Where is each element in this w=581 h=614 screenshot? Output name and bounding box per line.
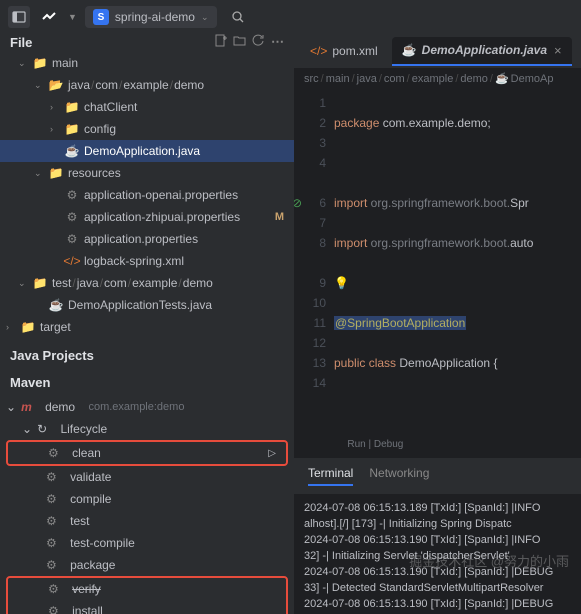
tree-file-logback[interactable]: </>logback-spring.xml bbox=[0, 250, 294, 272]
terminal-panel: Terminal Networking 2024-07-08 06:15:13.… bbox=[294, 457, 581, 614]
gear-icon: ⚙ bbox=[48, 582, 59, 596]
terminal-output[interactable]: 2024-07-08 06:15:13.189 [TxId:] [SpanId:… bbox=[294, 494, 581, 614]
xml-file-icon: </> bbox=[64, 254, 80, 268]
more-icon[interactable]: ⋯ bbox=[271, 34, 284, 50]
file-panel-title: File bbox=[10, 35, 32, 50]
java-projects-header[interactable]: Java Projects bbox=[0, 340, 294, 367]
new-folder-icon[interactable] bbox=[233, 34, 246, 50]
tree-file-prop-app[interactable]: ⚙application.properties bbox=[0, 228, 294, 250]
maven-goal-test[interactable]: ⚙ test bbox=[0, 510, 294, 532]
editor-tabbar: </>pom.xml ☕DemoApplication.java× bbox=[294, 34, 581, 68]
project-chip-icon: S bbox=[93, 9, 109, 25]
run-gutter-icon[interactable]: ⊘ bbox=[294, 193, 302, 213]
tree-file-prop-zhipuai[interactable]: ⚙application-zhipuai.propertiesM bbox=[0, 206, 294, 228]
project-name: spring-ai-demo bbox=[115, 10, 195, 24]
editor-area: </>pom.xml ☕DemoApplication.java× src/ m… bbox=[294, 34, 581, 614]
chevron-down-icon[interactable]: ▼ bbox=[68, 12, 77, 22]
maven-goal-package[interactable]: ⚙ package bbox=[0, 554, 294, 576]
bulb-icon[interactable]: 💡 bbox=[334, 276, 349, 290]
tab-networking[interactable]: Networking bbox=[369, 466, 429, 486]
titlebar: ▼ S spring-ai-demo ⌄ bbox=[0, 0, 581, 34]
maven-goal-verify[interactable]: ⚙ verify bbox=[8, 578, 286, 600]
maven-goal-install[interactable]: ⚙ install bbox=[8, 600, 286, 614]
tab-demoapplication[interactable]: ☕DemoApplication.java× bbox=[392, 37, 572, 66]
tree-folder-java[interactable]: ⌄📂java/com/example/demo bbox=[0, 74, 294, 96]
file-tree: ⌄📁main ⌄📂java/com/example/demo ›📁chatCli… bbox=[0, 50, 294, 340]
maven-project-demo[interactable]: ⌄m demo com.example:demo bbox=[0, 396, 294, 418]
java-file-icon: ☕ bbox=[495, 72, 509, 85]
search-icon[interactable] bbox=[231, 10, 245, 24]
maven-icon: m bbox=[21, 400, 32, 414]
folder-icon: 📁 bbox=[48, 166, 64, 180]
sidebar: File ⋯ ⌄📁main ⌄📂java/com/example/demo ›📁… bbox=[0, 34, 294, 614]
tab-pom[interactable]: </>pom.xml bbox=[300, 38, 388, 64]
folder-icon: 📁 bbox=[64, 100, 80, 114]
tab-terminal[interactable]: Terminal bbox=[308, 466, 353, 486]
java-file-icon: ☕ bbox=[48, 298, 64, 312]
run-icon[interactable]: ▷ bbox=[268, 448, 276, 459]
properties-file-icon: ⚙ bbox=[64, 232, 80, 246]
cycle-icon: ↻ bbox=[37, 422, 47, 436]
gear-icon: ⚙ bbox=[46, 470, 57, 484]
close-icon[interactable]: × bbox=[554, 43, 562, 58]
java-file-icon: ☕ bbox=[64, 144, 80, 158]
tree-file-prop-openai[interactable]: ⚙application-openai.properties bbox=[0, 184, 294, 206]
tree-folder-target[interactable]: ›📁target bbox=[0, 316, 294, 338]
properties-file-icon: ⚙ bbox=[64, 210, 80, 224]
maven-goal-compile[interactable]: ⚙ compile bbox=[0, 488, 294, 510]
maven-lifecycle[interactable]: ⌄↻ Lifecycle bbox=[0, 418, 294, 440]
properties-file-icon: ⚙ bbox=[64, 188, 80, 202]
gear-icon: ⚙ bbox=[48, 604, 59, 614]
xml-file-icon: </> bbox=[310, 44, 327, 58]
project-selector[interactable]: S spring-ai-demo ⌄ bbox=[85, 6, 217, 28]
refresh-icon[interactable] bbox=[252, 34, 265, 50]
folder-icon: 📁 bbox=[32, 56, 48, 70]
gear-icon: ⚙ bbox=[46, 514, 57, 528]
gear-icon: ⚙ bbox=[46, 558, 57, 572]
tree-folder-chatclient[interactable]: ›📁chatClient bbox=[0, 96, 294, 118]
tree-file-demoapplication[interactable]: ☕DemoApplication.java bbox=[0, 140, 294, 162]
modified-badge: M bbox=[275, 211, 284, 223]
tree-folder-test[interactable]: ⌄📁test/java/com/example/demo bbox=[0, 272, 294, 294]
new-file-icon[interactable] bbox=[214, 34, 227, 50]
code-content[interactable]: package com.example.demo; import org.spr… bbox=[334, 89, 533, 457]
chevron-down-icon: ⌄ bbox=[201, 12, 209, 23]
app-logo-icon bbox=[38, 6, 60, 28]
maven-header[interactable]: Maven bbox=[0, 367, 294, 394]
tree-folder-config[interactable]: ›📁config bbox=[0, 118, 294, 140]
gear-icon: ⚙ bbox=[46, 492, 57, 506]
gutter: 1234 ⊘6 7891011121314 bbox=[294, 89, 334, 457]
folder-icon: 📁 bbox=[32, 276, 48, 290]
code-editor[interactable]: 1234 ⊘6 7891011121314 package com.exampl… bbox=[294, 89, 581, 457]
tree-file-demotests[interactable]: ☕DemoApplicationTests.java bbox=[0, 294, 294, 316]
folder-open-icon: 📂 bbox=[48, 78, 64, 92]
folder-icon: 📁 bbox=[20, 320, 36, 334]
gear-icon: ⚙ bbox=[46, 536, 57, 550]
maven-goal-validate[interactable]: ⚙ validate bbox=[0, 466, 294, 488]
tree-folder-main[interactable]: ⌄📁main bbox=[0, 52, 294, 74]
folder-icon: 📁 bbox=[64, 122, 80, 136]
gear-icon: ⚙ bbox=[48, 446, 59, 460]
breadcrumb[interactable]: src/ main/ java/ com/ example/ demo/ ☕De… bbox=[294, 68, 581, 89]
maven-goal-clean[interactable]: ⚙ clean▷ bbox=[8, 442, 286, 464]
maven-tree: ⌄m demo com.example:demo ⌄↻ Lifecycle ⚙ … bbox=[0, 394, 294, 614]
java-file-icon: ☕ bbox=[402, 43, 417, 57]
sidebar-toggle-icon[interactable] bbox=[8, 6, 30, 28]
maven-goal-test-compile[interactable]: ⚙ test-compile bbox=[0, 532, 294, 554]
file-panel-header: File ⋯ bbox=[0, 34, 294, 50]
tree-folder-resources[interactable]: ⌄📁resources bbox=[0, 162, 294, 184]
